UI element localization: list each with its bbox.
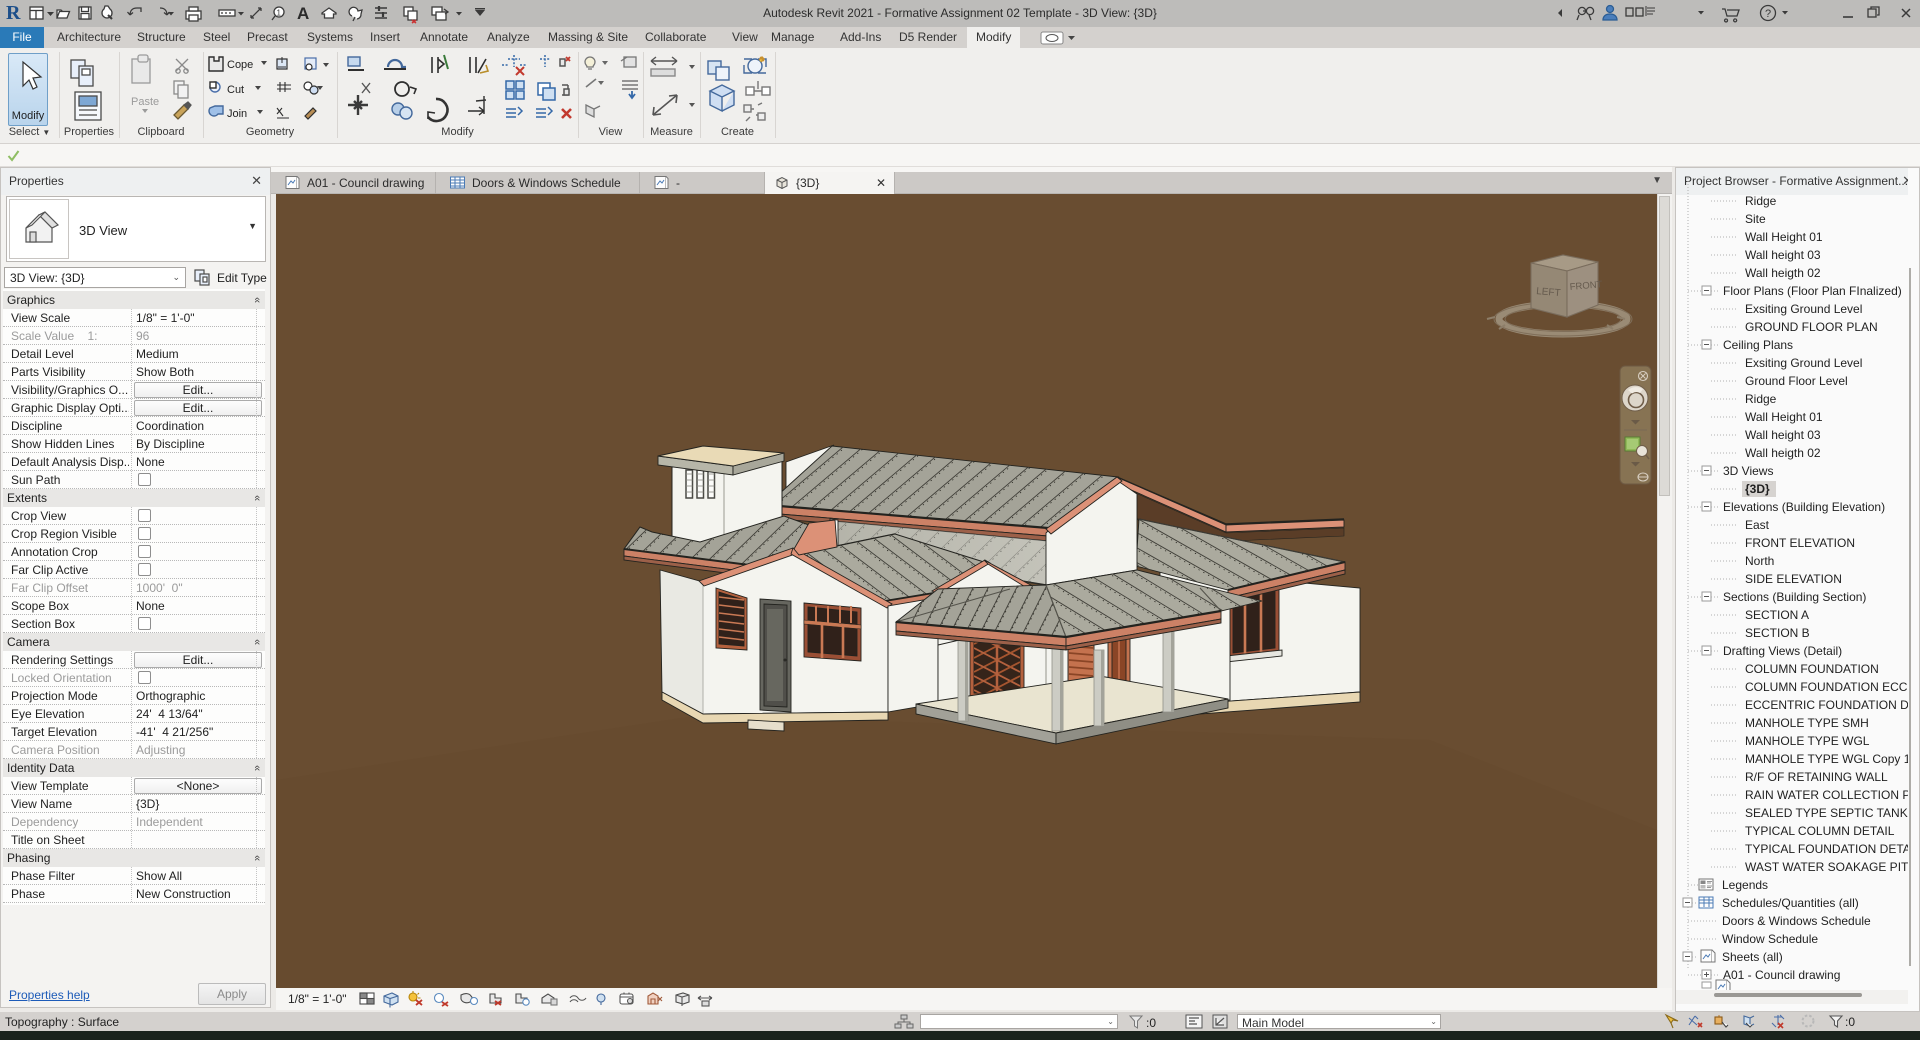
- svg-text:Paste: Paste: [131, 96, 159, 108]
- svg-text::0: :0: [1845, 1015, 1855, 1029]
- svg-text:SECTION B: SECTION B: [1745, 626, 1810, 640]
- svg-text:Site: Site: [1745, 212, 1766, 226]
- svg-text:MANHOLE TYPE WGL Copy 1: MANHOLE TYPE WGL Copy 1: [1745, 752, 1911, 766]
- svg-text:SECTION A: SECTION A: [1745, 608, 1809, 622]
- svg-text:Wall Height 01: Wall Height 01: [1745, 410, 1823, 424]
- svg-text:ECCENTRIC FOUNDATION DET/: ECCENTRIC FOUNDATION DET/: [1745, 698, 1919, 712]
- svg-text:SIDE ELEVATION: SIDE ELEVATION: [1745, 572, 1842, 586]
- svg-text:East: East: [1745, 518, 1770, 532]
- svg-text:Ground Floor Level: Ground Floor Level: [1745, 374, 1848, 388]
- svg-text:Ceiling Plans: Ceiling Plans: [1723, 338, 1793, 352]
- svg-text:Sections (Building Section): Sections (Building Section): [1723, 590, 1866, 604]
- svg-text:Wall heigth 02: Wall heigth 02: [1745, 446, 1821, 460]
- svg-text:Wall heigth 02: Wall heigth 02: [1745, 266, 1821, 280]
- svg-text:MANHOLE TYPE SMH: MANHOLE TYPE SMH: [1745, 716, 1869, 730]
- svg-text:Cut: Cut: [227, 84, 244, 96]
- svg-text:Drafting Views (Detail): Drafting Views (Detail): [1723, 644, 1842, 658]
- svg-text:TYPICAL COLUMN DETAIL: TYPICAL COLUMN DETAIL: [1745, 824, 1895, 838]
- svg-text:Wall Height 01: Wall Height 01: [1745, 230, 1823, 244]
- svg-text:COLUMN FOUNDATION ECCEN: COLUMN FOUNDATION ECCEN: [1745, 680, 1919, 694]
- svg-text:Sheets (all): Sheets (all): [1722, 950, 1783, 964]
- svg-text:FRONT ELEVATION: FRONT ELEVATION: [1745, 536, 1855, 550]
- svg-text:Join: Join: [227, 108, 247, 120]
- svg-text:Wall height 03: Wall height 03: [1745, 428, 1821, 442]
- svg-text:{3D}: {3D}: [1745, 482, 1770, 496]
- svg-text:SEALED TYPE SEPTIC TANK: SEALED TYPE SEPTIC TANK: [1745, 806, 1908, 820]
- svg-text:TYPICAL FOUNDATION DETAI: TYPICAL FOUNDATION DETAI: [1745, 842, 1914, 856]
- svg-text::0: :0: [1146, 1016, 1156, 1030]
- svg-text:3D Views: 3D Views: [1723, 464, 1773, 478]
- svg-text:?: ?: [1765, 8, 1771, 20]
- svg-text:R/F OF RETAINING WALL: R/F OF RETAINING WALL: [1745, 770, 1888, 784]
- svg-text:LEFT: LEFT: [1536, 286, 1561, 299]
- svg-text:Doors & Windows Schedule: Doors & Windows Schedule: [1722, 914, 1871, 928]
- svg-text:COLUMN FOUNDATION: COLUMN FOUNDATION: [1745, 662, 1879, 676]
- svg-text:Exsiting Ground Level: Exsiting Ground Level: [1745, 356, 1862, 370]
- svg-text:GROUND FLOOR PLAN: GROUND FLOOR PLAN: [1745, 320, 1878, 334]
- svg-text:Cope: Cope: [227, 59, 253, 71]
- svg-text:North: North: [1745, 554, 1774, 568]
- svg-text:MANHOLE TYPE WGL: MANHOLE TYPE WGL: [1745, 734, 1870, 748]
- svg-text:Schedules/Quantities (all): Schedules/Quantities (all): [1722, 896, 1859, 910]
- svg-text:Floor Plans (Floor Plan FInali: Floor Plans (Floor Plan FInalized): [1723, 284, 1902, 298]
- svg-text:Ridge: Ridge: [1745, 392, 1777, 406]
- svg-text:WAST WATER SOAKAGE PIT: WAST WATER SOAKAGE PIT: [1745, 860, 1909, 874]
- svg-text:RAIN WATER COLLECTION PIT: RAIN WATER COLLECTION PIT: [1745, 788, 1919, 802]
- svg-text:Exsiting Ground Level: Exsiting Ground Level: [1745, 302, 1862, 316]
- svg-text:Ridge: Ridge: [1745, 194, 1777, 208]
- svg-text:Window Schedule: Window Schedule: [1722, 932, 1818, 946]
- svg-text:Legends: Legends: [1722, 878, 1768, 892]
- svg-text:Elevations (Building Elevation: Elevations (Building Elevation): [1723, 500, 1885, 514]
- svg-text:Wall height 03: Wall height 03: [1745, 248, 1821, 262]
- svg-text:A01 - Council drawing: A01 - Council drawing: [1723, 968, 1840, 982]
